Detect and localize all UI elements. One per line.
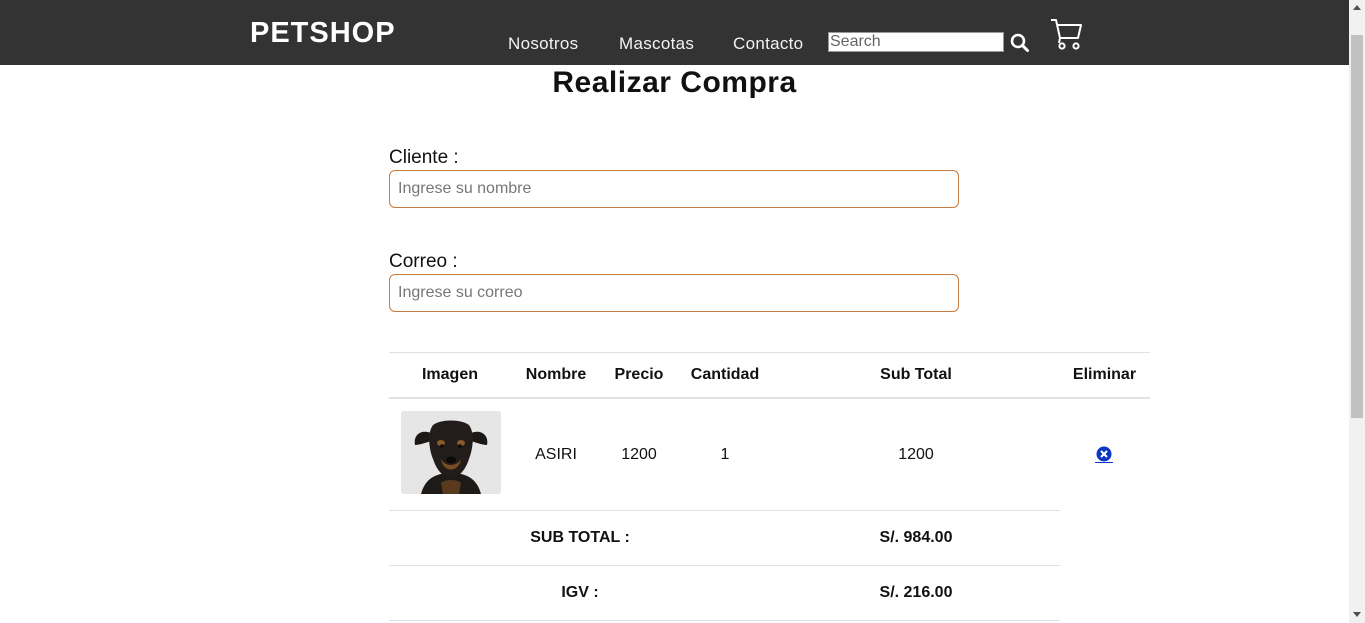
- col-header-precio: Precio: [614, 366, 664, 383]
- scroll-up-arrow-icon[interactable]: [1353, 5, 1361, 10]
- subtotal-value: S/. 984.00: [879, 529, 953, 546]
- col-header-cantidad: Cantidad: [690, 366, 760, 383]
- nav-link-mascotas[interactable]: Mascotas: [619, 34, 694, 54]
- cliente-label: Cliente :: [389, 147, 459, 168]
- brand-logo[interactable]: PETSHOP: [250, 17, 396, 50]
- col-header-eliminar: Eliminar: [1072, 366, 1137, 383]
- top-navbar: PETSHOP Nosotros Mascotas Contacto: [0, 0, 1349, 65]
- igv-value: S/. 216.00: [879, 584, 953, 601]
- igv-label: IGV :: [561, 584, 599, 601]
- correo-label: Correo :: [389, 251, 458, 272]
- cell-nombre: ASIRI: [535, 446, 577, 463]
- row-divider: [389, 565, 1060, 566]
- vertical-scrollbar[interactable]: [1349, 0, 1365, 623]
- col-header-imagen: Imagen: [421, 366, 478, 383]
- col-header-nombre: Nombre: [525, 366, 587, 383]
- col-header-subtotal: Sub Total: [880, 366, 952, 383]
- subtotal-label: SUB TOTAL :: [530, 529, 630, 546]
- cell-precio: 1200: [621, 446, 657, 463]
- remove-circle-icon[interactable]: [1096, 446, 1112, 462]
- table-header-border: [389, 397, 1150, 399]
- page-title: Realizar Compra: [552, 66, 797, 99]
- cliente-name-input[interactable]: [389, 170, 959, 208]
- correo-email-input[interactable]: [389, 274, 959, 312]
- scrollbar-thumb[interactable]: [1351, 35, 1363, 418]
- cell-subtotal: 1200: [898, 446, 934, 463]
- search-input[interactable]: [828, 32, 1004, 52]
- row-divider: [389, 620, 1060, 621]
- scroll-down-arrow-icon[interactable]: [1353, 612, 1361, 617]
- product-image: [401, 411, 501, 494]
- search-icon[interactable]: [1010, 33, 1030, 53]
- row-divider: [389, 510, 1060, 511]
- delete-link-underline: [1095, 462, 1113, 463]
- table-top-border: [389, 352, 1150, 353]
- nav-link-contacto[interactable]: Contacto: [733, 34, 803, 54]
- cell-cantidad: 1: [720, 446, 730, 463]
- shopping-cart-icon[interactable]: [1050, 17, 1084, 51]
- nav-link-nosotros[interactable]: Nosotros: [508, 34, 578, 54]
